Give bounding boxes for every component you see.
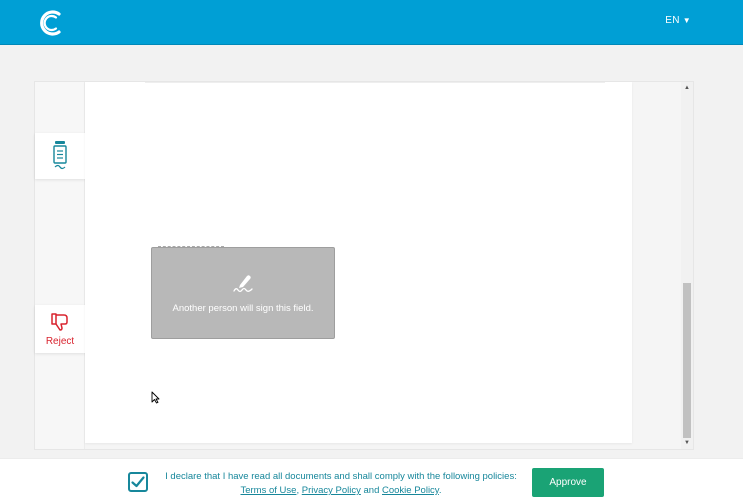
checkmark-icon	[131, 476, 145, 488]
policy-checkbox[interactable]	[128, 472, 148, 492]
policy-declaration: I declare that I have read all documents…	[154, 470, 528, 498]
c-logo-icon[interactable]	[37, 8, 65, 38]
period-text: .	[438, 485, 442, 496]
approval-footer: I declare that I have read all documents…	[0, 458, 743, 504]
cookie-policy-link[interactable]: Cookie Policy	[382, 485, 439, 496]
signature-field-dashline	[158, 246, 224, 248]
thumbs-down-icon	[51, 312, 68, 331]
language-selector[interactable]: EN ▼	[665, 15, 691, 26]
comma-text: ,	[296, 485, 300, 496]
chevron-down-icon: ▼	[682, 16, 691, 25]
page-divider	[145, 82, 605, 83]
privacy-policy-link[interactable]: Privacy Policy	[302, 485, 361, 496]
reject-label: Reject	[45, 335, 75, 347]
document-viewer: Reject Another person will sign this fie…	[34, 81, 694, 450]
document-page: Another person will sign this field.	[85, 82, 632, 443]
mouse-cursor-icon	[151, 391, 160, 404]
scroll-up-arrow-icon[interactable]: ▲	[681, 82, 693, 94]
document-list-icon	[53, 141, 67, 170]
terms-of-use-link[interactable]: Terms of Use	[240, 485, 296, 496]
scrollbar-thumb[interactable]	[683, 283, 691, 438]
approve-button[interactable]: Approve	[532, 468, 604, 497]
documents-button[interactable]	[35, 133, 85, 179]
signature-field-text: Another person will sign this field.	[172, 302, 314, 314]
declaration-text: I declare that I have read all documents…	[165, 471, 517, 482]
left-rail: Reject	[35, 82, 85, 449]
signature-pen-icon	[233, 274, 253, 292]
signature-field[interactable]: Another person will sign this field.	[151, 246, 335, 339]
and-text: and	[360, 485, 382, 496]
top-bar: EN ▼	[0, 0, 743, 45]
reject-button[interactable]: Reject	[35, 305, 85, 353]
scroll-down-arrow-icon[interactable]: ▼	[681, 437, 693, 449]
language-label: EN	[665, 15, 680, 26]
vertical-scrollbar[interactable]: ▲ ▼	[681, 82, 693, 449]
